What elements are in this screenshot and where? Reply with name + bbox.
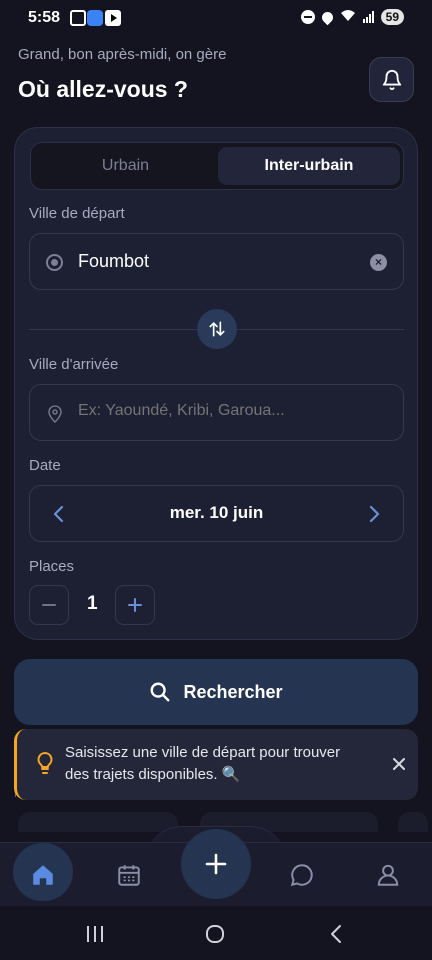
bell-icon xyxy=(382,69,401,90)
wifi-icon xyxy=(340,9,356,25)
info-toast: Saisissez une ville de départ pour trouv… xyxy=(14,729,418,800)
departure-label: Ville de départ xyxy=(29,205,125,222)
battery-indicator: 59 xyxy=(380,9,404,25)
chat-icon xyxy=(290,864,313,887)
departure-field[interactable]: Foumbot × xyxy=(29,233,404,290)
places-label: Places xyxy=(29,558,75,575)
origin-dot-icon xyxy=(46,254,63,271)
tab-inter-urbain[interactable]: Inter-urbain xyxy=(218,147,400,185)
app-notification-icon xyxy=(87,10,103,26)
recents-icon xyxy=(87,926,103,942)
home-system-button[interactable] xyxy=(195,920,235,948)
recent-apps-button[interactable] xyxy=(75,920,115,948)
location-pin-icon xyxy=(48,405,62,423)
clear-departure-button[interactable]: × xyxy=(370,254,387,271)
back-icon xyxy=(331,925,341,943)
decrease-places-button[interactable] xyxy=(29,585,69,625)
notifications-button[interactable] xyxy=(369,57,414,102)
back-button[interactable] xyxy=(316,920,356,948)
trip-type-tabs: Urbain Inter-urbain xyxy=(30,142,404,190)
swap-icon xyxy=(209,321,225,337)
date-label: Date xyxy=(29,457,61,474)
greeting-text: Grand, bon après-midi, on gère xyxy=(18,46,227,63)
signal-icon xyxy=(362,11,374,23)
search-icon xyxy=(151,682,170,702)
status-icons: 59 xyxy=(300,9,404,25)
page-title: Où allez-vous ? xyxy=(18,76,188,102)
arrival-input[interactable] xyxy=(78,402,378,420)
lightbulb-icon xyxy=(37,752,53,774)
create-trip-button[interactable] xyxy=(181,829,251,899)
close-icon[interactable] xyxy=(389,754,409,774)
youtube-icon xyxy=(105,10,121,26)
trip-card-peek xyxy=(18,812,178,832)
date-value: mer. 10 juin xyxy=(169,503,264,522)
home-icon xyxy=(33,865,53,885)
trip-card-peek xyxy=(398,812,428,832)
search-button-label: Rechercher xyxy=(183,681,283,702)
status-bar: 5:58 59 xyxy=(0,0,432,36)
swap-cities-button[interactable] xyxy=(197,309,237,349)
toast-message: Saisissez une ville de départ pour trouv… xyxy=(65,744,341,783)
trip-search-card: Urbain Inter-urbain Ville de départ Foum… xyxy=(14,127,418,640)
home-circle-icon xyxy=(206,925,224,943)
departure-value: Foumbot xyxy=(78,251,150,271)
plus-icon xyxy=(205,853,227,875)
nav-profile[interactable] xyxy=(358,843,418,907)
plus-icon xyxy=(128,598,142,612)
screenshot-icon xyxy=(70,10,86,26)
arrival-label: Ville d'arrivée xyxy=(29,356,119,373)
system-navigation-bar xyxy=(0,906,432,960)
next-day-button[interactable] xyxy=(367,504,381,524)
calendar-icon xyxy=(118,865,140,886)
minus-icon xyxy=(42,604,56,606)
status-time: 5:58 xyxy=(28,9,61,26)
nav-home[interactable] xyxy=(13,843,73,907)
search-button[interactable]: Rechercher xyxy=(14,659,418,725)
increase-places-button[interactable] xyxy=(115,585,155,625)
nav-calendar[interactable] xyxy=(99,843,159,907)
do-not-disturb-icon xyxy=(300,10,315,24)
date-picker: mer. 10 juin xyxy=(29,485,404,542)
nav-messages[interactable] xyxy=(272,843,332,907)
tab-urbain[interactable]: Urbain xyxy=(35,147,216,185)
location-icon xyxy=(319,9,335,25)
user-icon xyxy=(377,864,399,886)
arrival-field[interactable] xyxy=(29,384,404,441)
places-count: 1 xyxy=(87,593,98,614)
